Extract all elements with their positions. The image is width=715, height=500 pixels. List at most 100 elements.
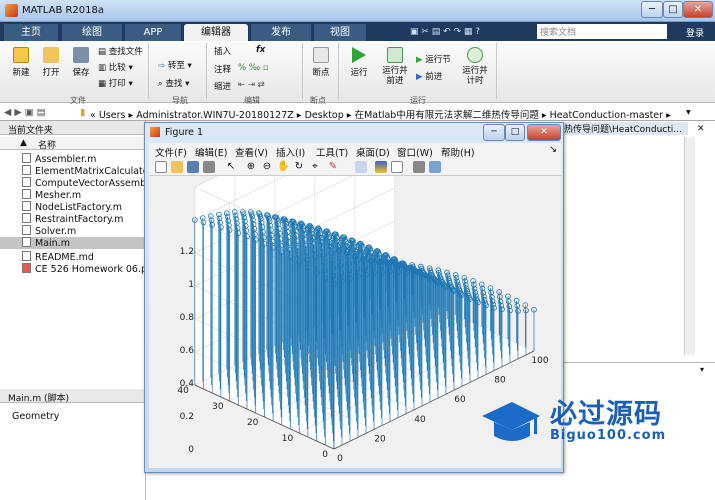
breadcrumb-item[interactable]: HeatConduction-master bbox=[550, 110, 663, 121]
m-file-icon bbox=[22, 237, 31, 247]
tab-home[interactable]: 主页 bbox=[4, 24, 58, 41]
figure-minimize-button[interactable]: ─ bbox=[483, 124, 505, 141]
menu-tools[interactable]: 工具(T) bbox=[316, 145, 348, 159]
menu-view[interactable]: 查看(V) bbox=[235, 145, 268, 159]
menu-help[interactable]: 帮助(H) bbox=[441, 145, 475, 159]
menu-insert[interactable]: 插入(I) bbox=[276, 145, 305, 159]
insert-button[interactable]: 插入 bbox=[214, 45, 231, 57]
menu-dock-icon[interactable]: ↘ bbox=[549, 144, 557, 155]
search-input[interactable]: 搜索文档 bbox=[537, 24, 667, 39]
breadcrumb-item[interactable]: Desktop bbox=[305, 110, 344, 121]
editor-scrollbar[interactable] bbox=[684, 137, 695, 355]
list-item[interactable]: Mesher.m bbox=[22, 189, 81, 201]
find-files-button[interactable]: ▤ 查找文件 bbox=[98, 45, 143, 57]
run-advance-button[interactable]: 运行并 前进 bbox=[380, 47, 410, 86]
command-scrollbar[interactable]: ▾ bbox=[700, 365, 712, 374]
save-icon[interactable] bbox=[187, 161, 199, 173]
ribbon-tab-bar: 主页 绘图 APP 编辑器 发布 视图 ▣ ✂ ▤ ↶ ↷ ▦ ? 搜索文档 登… bbox=[0, 22, 715, 41]
pointer-icon[interactable]: ↖ bbox=[225, 161, 237, 173]
list-item[interactable]: Assembler.m bbox=[22, 153, 96, 165]
indent-button[interactable]: 缩进 bbox=[214, 80, 231, 92]
tab-view[interactable]: 视图 bbox=[314, 24, 366, 41]
tab-editor[interactable]: 编辑器 bbox=[184, 24, 248, 41]
find-button[interactable]: ⌕ 查找 ▾ bbox=[158, 77, 189, 89]
comment-icons[interactable]: % ‰ ▫ bbox=[238, 63, 269, 73]
matlab-logo-icon bbox=[150, 127, 160, 137]
save-button[interactable]: 保存 bbox=[68, 47, 94, 78]
print-button[interactable]: ▦ 打印 ▾ bbox=[98, 77, 133, 89]
run-section-button[interactable]: ▶ 运行节 bbox=[416, 53, 451, 65]
legend-icon[interactable] bbox=[391, 161, 403, 173]
column-header[interactable]: ▲ 名称 bbox=[0, 137, 145, 151]
x-tick-label: 100 bbox=[531, 356, 548, 366]
list-item[interactable]: CE 526 Homework 06.pdf bbox=[22, 263, 156, 275]
figure-maximize-button[interactable]: □ bbox=[505, 124, 525, 141]
new-button[interactable]: 新建 bbox=[8, 47, 34, 78]
open-button[interactable]: 打开 bbox=[38, 47, 64, 78]
m-file-icon bbox=[22, 189, 31, 199]
list-item[interactable]: NodeListFactory.m bbox=[22, 201, 122, 213]
breakpoints-button[interactable]: 断点 bbox=[308, 47, 334, 78]
close-button[interactable]: ✕ bbox=[683, 1, 713, 18]
z-tick-label: 0.4 bbox=[180, 379, 195, 389]
print-icon[interactable] bbox=[203, 161, 215, 173]
y-tick-label: 0 bbox=[322, 450, 328, 460]
colorbar-icon[interactable] bbox=[375, 161, 387, 173]
m-file-icon bbox=[22, 201, 31, 211]
pdf-file-icon bbox=[22, 263, 31, 273]
run-button[interactable]: 运行 bbox=[346, 47, 372, 78]
dropdown-icon[interactable]: ▾ bbox=[686, 107, 691, 118]
menu-edit[interactable]: 编辑(E) bbox=[195, 145, 227, 159]
fx-button[interactable]: fx bbox=[256, 45, 265, 55]
menu-desktop[interactable]: 桌面(D) bbox=[356, 145, 390, 159]
show-plot-tools-icon[interactable] bbox=[429, 161, 441, 173]
quick-access-icons[interactable]: ▣ ✂ ▤ ↶ ↷ ▦ ? bbox=[410, 27, 480, 37]
breadcrumb-item[interactable]: Administrator.WIN7U-20180127Z bbox=[136, 110, 294, 121]
new-figure-icon[interactable] bbox=[155, 161, 167, 173]
run-advance-icon bbox=[387, 47, 403, 63]
zoom-out-icon[interactable]: ⊖ bbox=[261, 161, 273, 173]
list-item[interactable]: ElementMatrixCalculator.m bbox=[22, 165, 164, 177]
list-item[interactable]: RestraintFactory.m bbox=[22, 213, 123, 225]
list-item[interactable]: Solver.m bbox=[22, 225, 76, 237]
breadcrumb-item[interactable]: Users bbox=[99, 110, 126, 121]
link-icon[interactable] bbox=[355, 161, 367, 173]
run-icon bbox=[352, 47, 366, 63]
window-title: MATLAB R2018a bbox=[22, 5, 105, 16]
folder-icon: ▮ bbox=[80, 107, 86, 118]
breadcrumb-item[interactable]: 在Matlab中用有限元法求解二维热传导问题 bbox=[355, 110, 539, 121]
tab-publish[interactable]: 发布 bbox=[251, 24, 311, 41]
compare-button[interactable]: ▥ 比较 ▾ bbox=[98, 61, 133, 73]
hide-plot-tools-icon[interactable] bbox=[413, 161, 425, 173]
editor-tab[interactable]: 热传导问题\HeatConducti... bbox=[562, 122, 688, 135]
nav-arrows[interactable]: ◀ ▶ ▣ ▤ bbox=[4, 107, 46, 118]
run-time-button[interactable]: 运行并 计时 bbox=[460, 47, 490, 86]
address-bar[interactable]: ◀ ▶ ▣ ▤ ▮ « Users ▸ Administrator.WIN7U-… bbox=[0, 104, 715, 121]
figure-close-button[interactable]: ✕ bbox=[527, 124, 561, 141]
open-icon[interactable] bbox=[171, 161, 183, 173]
menu-file[interactable]: 文件(F) bbox=[155, 145, 187, 159]
minimize-button[interactable]: ─ bbox=[641, 1, 663, 18]
list-item[interactable]: README.md bbox=[22, 251, 94, 263]
z-tick-label: 0.6 bbox=[180, 346, 195, 356]
tab-apps[interactable]: APP bbox=[125, 24, 181, 41]
data-cursor-icon[interactable]: ⌖ bbox=[309, 161, 321, 173]
advance-button[interactable]: ▶ 前进 bbox=[416, 70, 442, 82]
menu-window[interactable]: 窗口(W) bbox=[397, 145, 433, 159]
sort-icon: ▲ bbox=[20, 138, 27, 148]
maximize-button[interactable]: □ bbox=[663, 1, 683, 18]
comment-button[interactable]: 注释 bbox=[214, 63, 231, 75]
current-folder-header: 当前文件夹 bbox=[0, 121, 145, 136]
zoom-in-icon[interactable]: ⊕ bbox=[245, 161, 257, 173]
x-tick-label: 80 bbox=[494, 376, 506, 386]
panel-close-icon[interactable]: ✕ bbox=[697, 124, 705, 134]
tab-plots[interactable]: 绘图 bbox=[62, 24, 122, 41]
goto-button[interactable]: ⇨ 转至 ▾ bbox=[158, 59, 192, 71]
divider bbox=[206, 43, 207, 99]
login-link[interactable]: 登录 bbox=[686, 26, 704, 39]
rotate-icon[interactable]: ↻ bbox=[293, 161, 305, 173]
brush-icon[interactable]: ✎ bbox=[327, 161, 339, 173]
pan-icon[interactable]: ✋ bbox=[277, 161, 289, 173]
list-item-selected[interactable]: Main.m bbox=[0, 237, 145, 249]
indent-icons[interactable]: ⇤ ⇥ ⇄ bbox=[238, 80, 265, 90]
